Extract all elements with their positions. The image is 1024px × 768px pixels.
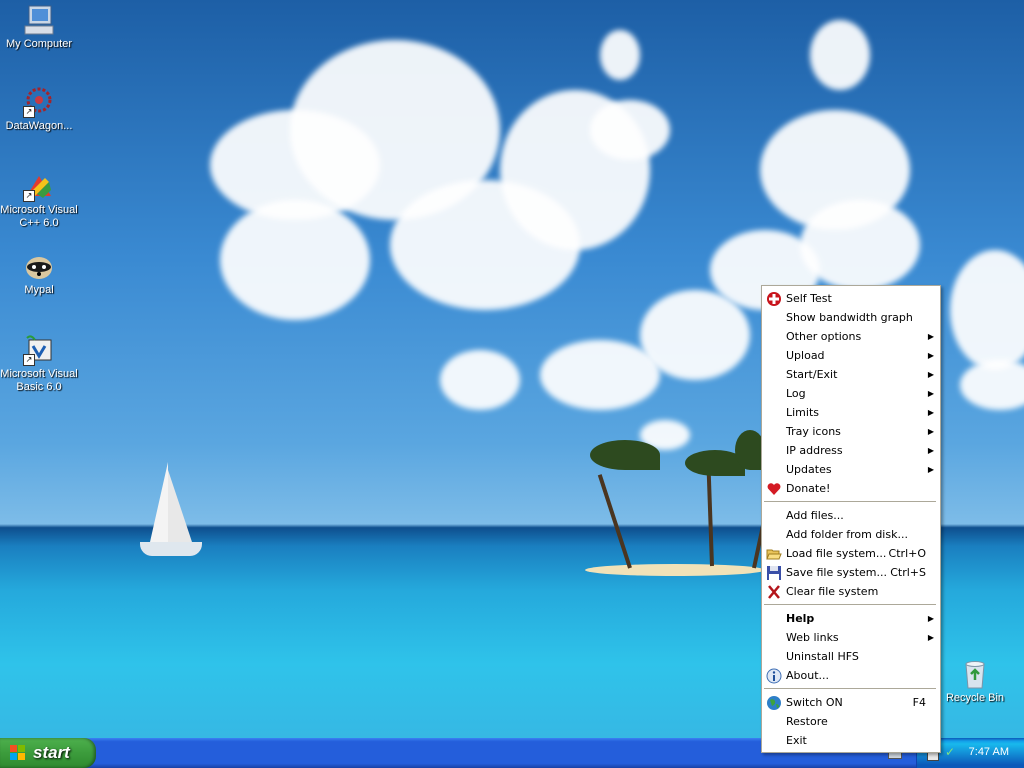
menu-item-add-folder-from-disk[interactable]: Add folder from disk... <box>762 525 940 544</box>
submenu-arrow-icon: ▶ <box>927 351 934 360</box>
menu-item-load-file-system[interactable]: Load file system... Ctrl+O <box>762 544 940 563</box>
shortcut-arrow-icon: ↗ <box>23 190 35 202</box>
desktop-icon-label: Microsoft Visual Basic 6.0 <box>0 368 78 393</box>
shortcut-arrow-icon: ↗ <box>23 354 35 366</box>
menu-item-about[interactable]: About... <box>762 666 940 685</box>
menu-item-other-options[interactable]: Other options ▶ <box>762 327 940 346</box>
menu-item-restore[interactable]: Restore <box>762 712 940 731</box>
menu-item-tray-icons[interactable]: Tray icons ▶ <box>762 422 940 441</box>
menu-separator <box>764 604 936 605</box>
computer-icon <box>23 4 55 36</box>
visual-basic-icon: ↗ <box>23 334 55 366</box>
menu-item-label: Donate! <box>786 482 831 495</box>
floppy-disk-icon <box>766 565 782 581</box>
menu-item-shortcut: Ctrl+S <box>890 566 926 579</box>
recycle-bin-icon <box>959 658 991 690</box>
submenu-arrow-icon: ▶ <box>927 370 934 379</box>
heart-icon <box>766 481 782 497</box>
menu-item-shortcut: F4 <box>912 696 926 709</box>
desktop-icon-recycle-bin[interactable]: Recycle Bin <box>936 658 1014 705</box>
red-cross-icon <box>766 291 782 307</box>
hfs-context-menu: Self Test Show bandwidth graph Other opt… <box>761 285 941 753</box>
open-folder-icon <box>766 546 782 562</box>
start-button[interactable]: start <box>0 738 96 768</box>
menu-item-label: Updates <box>786 463 832 476</box>
mypal-raccoon-icon <box>23 250 55 282</box>
menu-item-ip-address[interactable]: IP address ▶ <box>762 441 940 460</box>
menu-item-switch-on[interactable]: Switch ON F4 <box>762 693 940 712</box>
desktop-icon-datawagon[interactable]: ↗ DataWagon... <box>0 86 78 133</box>
submenu-arrow-icon: ▶ <box>927 465 934 474</box>
menu-item-label: Clear file system <box>786 585 879 598</box>
desktop-icon-my-computer[interactable]: My Computer <box>0 4 78 51</box>
submenu-arrow-icon: ▶ <box>927 633 934 642</box>
menu-item-web-links[interactable]: Web links ▶ <box>762 628 940 647</box>
menu-item-upload[interactable]: Upload ▶ <box>762 346 940 365</box>
submenu-arrow-icon: ▶ <box>927 389 934 398</box>
menu-item-label: Restore <box>786 715 828 728</box>
tray-network-icon[interactable]: ✓ <box>945 746 957 758</box>
menu-item-label: Save file system... <box>786 566 888 579</box>
shortcut-arrow-icon: ↗ <box>23 106 35 118</box>
windows-flag-icon <box>10 745 26 761</box>
menu-item-donate[interactable]: Donate! <box>762 479 940 498</box>
desktop-icon-mypal[interactable]: Mypal <box>0 250 78 297</box>
menu-item-label: Load file system... <box>786 547 887 560</box>
datawagon-icon: ↗ <box>23 86 55 118</box>
submenu-arrow-icon: ▶ <box>927 427 934 436</box>
menu-item-uninstall-hfs[interactable]: Uninstall HFS <box>762 647 940 666</box>
menu-item-updates[interactable]: Updates ▶ <box>762 460 940 479</box>
submenu-arrow-icon: ▶ <box>927 614 934 623</box>
menu-item-clear-file-system[interactable]: Clear file system <box>762 582 940 601</box>
menu-item-label: Add files... <box>786 509 844 522</box>
menu-item-label: Upload <box>786 349 825 362</box>
menu-item-self-test[interactable]: Self Test <box>762 289 940 308</box>
menu-item-shortcut: Ctrl+O <box>888 547 926 560</box>
start-label: start <box>33 743 70 762</box>
menu-item-label: Add folder from disk... <box>786 528 908 541</box>
menu-separator <box>764 688 936 689</box>
info-icon <box>766 668 782 684</box>
menu-item-label: Other options <box>786 330 862 343</box>
menu-item-label: Self Test <box>786 292 832 305</box>
desktop-icon-visual-basic[interactable]: ↗ Microsoft Visual Basic 6.0 <box>0 334 78 394</box>
submenu-arrow-icon: ▶ <box>927 332 934 341</box>
desktop-icon-label: DataWagon... <box>5 120 73 132</box>
menu-item-label: Web links <box>786 631 839 644</box>
menu-separator <box>764 501 936 502</box>
desktop-icon-label: Mypal <box>24 284 54 296</box>
menu-item-label: Help <box>786 612 815 625</box>
menu-item-label: Limits <box>786 406 819 419</box>
menu-item-exit[interactable]: Exit <box>762 731 940 750</box>
menu-item-show-bandwidth-graph[interactable]: Show bandwidth graph <box>762 308 940 327</box>
menu-item-label: About... <box>786 669 830 682</box>
desktop-icon-label: My Computer <box>5 38 73 50</box>
menu-item-label: Switch ON <box>786 696 843 709</box>
menu-item-label: IP address <box>786 444 843 457</box>
menu-item-label: Log <box>786 387 806 400</box>
desktop-icon-label: Recycle Bin <box>945 692 1005 704</box>
red-x-icon <box>766 584 782 600</box>
taskbar-clock[interactable]: 7:47 AM <box>969 746 1009 758</box>
menu-item-save-file-system[interactable]: Save file system... Ctrl+S <box>762 563 940 582</box>
menu-item-add-files[interactable]: Add files... <box>762 506 940 525</box>
desktop-icon-label: Microsoft Visual C++ 6.0 <box>0 204 78 229</box>
globe-icon <box>766 695 782 711</box>
menu-item-start-exit[interactable]: Start/Exit ▶ <box>762 365 940 384</box>
menu-item-help[interactable]: Help ▶ <box>762 609 940 628</box>
menu-item-log[interactable]: Log ▶ <box>762 384 940 403</box>
menu-item-limits[interactable]: Limits ▶ <box>762 403 940 422</box>
visual-cpp-icon: ↗ <box>23 170 55 202</box>
submenu-arrow-icon: ▶ <box>927 446 934 455</box>
submenu-arrow-icon: ▶ <box>927 408 934 417</box>
menu-item-label: Exit <box>786 734 807 747</box>
menu-item-label: Show bandwidth graph <box>786 311 913 324</box>
menu-item-label: Start/Exit <box>786 368 838 381</box>
menu-item-label: Uninstall HFS <box>786 650 859 663</box>
menu-item-label: Tray icons <box>786 425 841 438</box>
desktop-icon-visual-cpp[interactable]: ↗ Microsoft Visual C++ 6.0 <box>0 170 78 230</box>
